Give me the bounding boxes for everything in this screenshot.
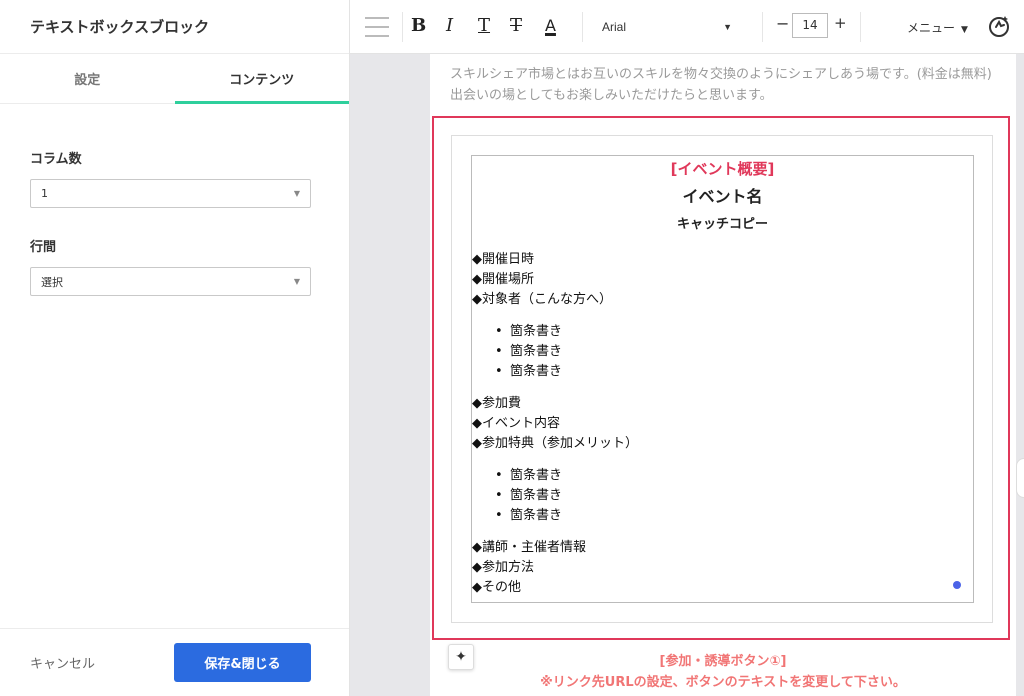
textbox-content[interactable]: [イベント概要] イベント名 キャッチコピー ◆開催日時 ◆開催場所 ◆対象者（… [471,155,974,603]
panel-footer: キャンセル 保存&閉じる [0,628,349,696]
resize-handle[interactable] [953,581,961,589]
font-color-button[interactable]: A [545,14,556,38]
event-kind-heading: [イベント概要] [670,160,775,178]
line-spacing-select[interactable]: 選択 ▼ [30,267,311,296]
font-family-select[interactable]: Arial ▼ [602,17,732,37]
panel-title: テキストボックスブロック [0,0,349,54]
columns-select[interactable]: 1 ▼ [30,179,311,208]
detail-line: ◆参加特典（参加メリット） [472,436,638,451]
editor-toolbar: B I T T A Arial ▼ − 14 + メニュー ▼ [350,0,1024,54]
menu-label: メニュー [907,21,956,35]
font-size-input[interactable]: 14 [792,13,828,38]
event-name-heading: イベント名 [682,187,763,206]
tab-settings[interactable]: 設定 [0,54,175,103]
detail-line: ◆開催日時 [472,252,534,267]
panel-tabs: 設定 コンテンツ [0,54,349,104]
side-scroll-handle[interactable] [1016,458,1024,498]
columns-select-value: 1 [41,187,48,200]
bold-button[interactable]: B [411,14,426,38]
line-spacing-label: 行間 [30,240,57,255]
toolbar-divider [402,12,403,42]
bullet-list: 箇条書き 箇条書き 箇条書き [472,466,973,526]
detail-line: ◆イベント内容 [472,416,560,431]
bullet-item: 箇条書き [495,362,973,382]
detail-line: ◆その他 [472,580,521,595]
bullet-item: 箇条書き [495,322,973,342]
line-spacing-select-value: 選択 [41,275,63,289]
catch-copy-heading: キャッチコピー [676,217,768,232]
italic-button[interactable]: I [446,14,453,38]
event-details: ◆開催日時 ◆開催場所 ◆対象者（こんな方へ） 箇条書き 箇条書き 箇条書き ◆… [472,250,973,598]
detail-line: ◆講師・主催者情報 [472,540,586,555]
underline-button[interactable]: T [478,14,490,38]
font-size-decrease-button[interactable]: − [776,14,789,33]
save-close-button[interactable]: 保存&閉じる [174,643,311,682]
intro-text: スキルシェア市場とはお互いのスキルを物々交換のようにシェアしあう場です。(料金は… [450,67,992,103]
toolbar-divider [582,12,583,42]
font-size-increase-button[interactable]: + [834,14,847,32]
font-family-value: Arial [602,20,627,34]
chevron-down-icon: ▼ [723,22,732,32]
menu-dropdown[interactable]: メニュー ▼ [907,19,968,36]
cta-title: [参加・誘導ボタン①] [659,654,787,669]
drag-handle-icon[interactable] [365,17,389,37]
ai-assist-icon[interactable] [988,14,1012,38]
selected-textbox-block[interactable]: [イベント概要] イベント名 キャッチコピー ◆開催日時 ◆開催場所 ◆対象者（… [432,116,1010,640]
bullet-item: 箇条書き [495,466,973,486]
tab-contents[interactable]: コンテンツ [174,54,350,104]
chevron-down-icon: ▼ [961,25,968,35]
bullet-item: 箇条書き [495,486,973,506]
detail-line: ◆参加方法 [472,560,534,575]
columns-label: コラム数 [30,152,82,167]
chevron-down-icon: ▼ [293,277,300,286]
settings-panel: テキストボックスブロック 設定 コンテンツ コラム数 1 ▼ 行間 選択 ▼ キ… [0,0,350,696]
bullet-item: 箇条書き [495,506,973,526]
page-preview: スキルシェア市場とはお互いのスキルを物々交換のようにシェアしあう場です。(料金は… [430,54,1016,696]
detail-line: ◆開催場所 [472,272,534,287]
bullet-item: 箇条書き [495,342,973,362]
toolbar-divider [762,12,763,42]
cancel-button[interactable]: キャンセル [30,653,95,672]
chevron-down-icon: ▼ [293,189,300,198]
detail-line: ◆対象者（こんな方へ） [472,292,612,307]
bullet-list: 箇条書き 箇条書き 箇条書き [472,322,973,382]
strikethrough-button[interactable]: T [510,14,522,38]
textbox-frame: [イベント概要] イベント名 キャッチコピー ◆開催日時 ◆開催場所 ◆対象者（… [451,135,993,623]
toolbar-divider [860,12,861,42]
cta-note: ※リンク先URLの設定、ボタンのテキストを変更して下さい。 [540,675,906,690]
detail-line: ◆参加費 [472,396,521,411]
